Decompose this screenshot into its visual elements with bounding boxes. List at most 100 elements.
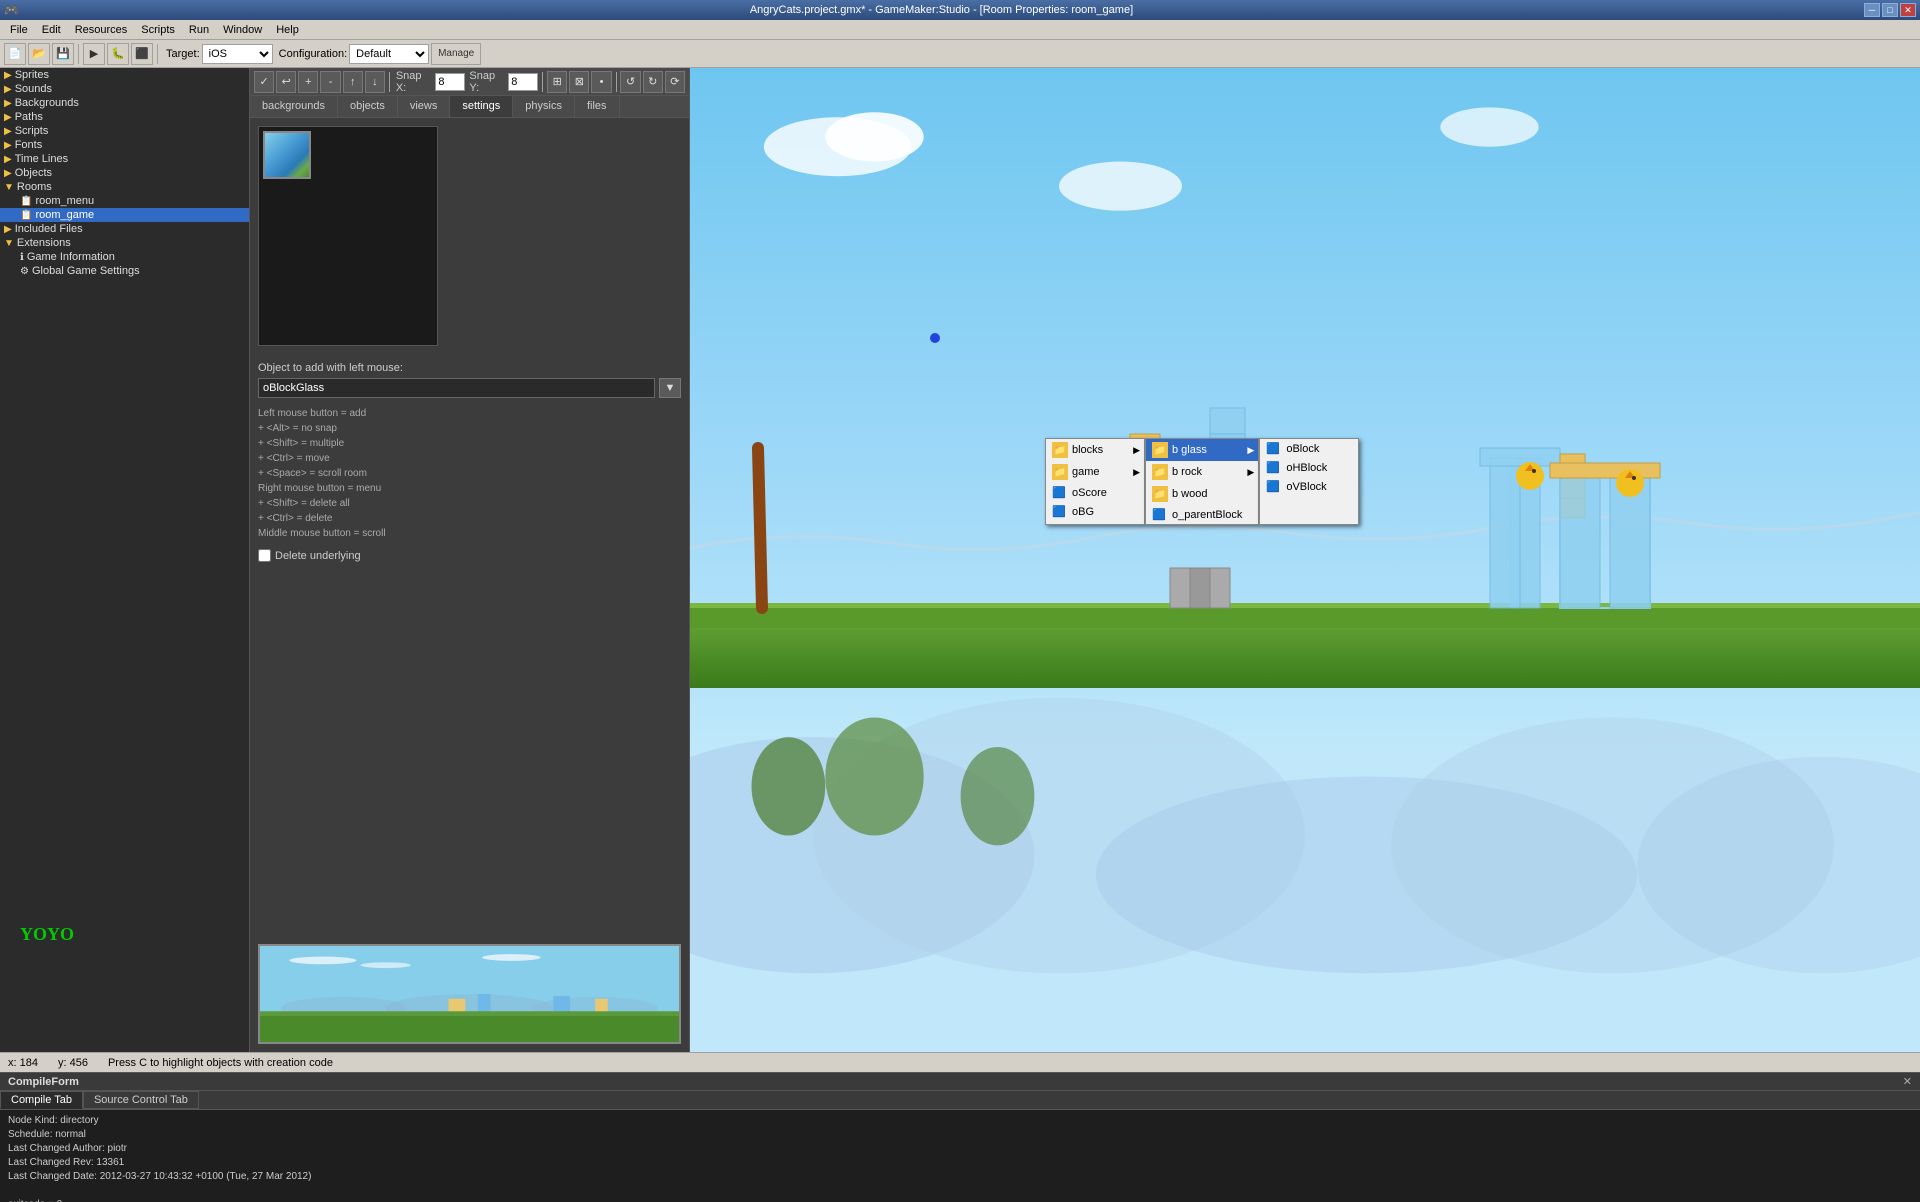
- play-button[interactable]: ▶: [83, 43, 105, 65]
- room-tb-refresh2[interactable]: ↻: [643, 71, 663, 93]
- instr-ctrl-del: + <Ctrl> = delete: [258, 511, 681, 526]
- maximize-button[interactable]: □: [1882, 3, 1898, 17]
- room-tb-refresh[interactable]: ↺: [620, 71, 640, 93]
- tree-label-timelines: Time Lines: [15, 153, 68, 165]
- tab-physics[interactable]: physics: [513, 96, 575, 117]
- close-button[interactable]: ✕: [1900, 3, 1916, 17]
- tree-item-backgrounds[interactable]: ▶ Backgrounds: [0, 96, 249, 110]
- room-toolbar: ✓ ↩ + - ↑ ↓ Snap X: Snap Y: ⊞ ⊠ • ↺ ↻ ⟳: [250, 68, 689, 96]
- room-tb-check[interactable]: ✓: [254, 71, 274, 93]
- compile-tabs: Compile Tab Source Control Tab: [0, 1091, 1920, 1110]
- room-tb-dot[interactable]: •: [591, 71, 611, 93]
- manage-button[interactable]: Manage: [431, 43, 481, 65]
- stop-button[interactable]: ⬛: [131, 43, 153, 65]
- tab-settings[interactable]: settings: [450, 96, 513, 117]
- menu-edit[interactable]: Edit: [36, 22, 67, 38]
- room-tb-up[interactable]: ↑: [343, 71, 363, 93]
- ctx-item-bwood[interactable]: 📁 b wood: [1146, 483, 1258, 505]
- tree-item-fonts[interactable]: ▶ Fonts: [0, 138, 249, 152]
- tree-item-timelines[interactable]: ▶ Time Lines: [0, 152, 249, 166]
- tree-item-extensions[interactable]: ▼ Extensions: [0, 236, 249, 250]
- ctx-item-brock[interactable]: 📁 b rock: [1146, 461, 1258, 483]
- menu-run[interactable]: Run: [183, 22, 215, 38]
- config-select[interactable]: Default: [349, 44, 429, 64]
- target-select[interactable]: iOS Windows Android: [202, 44, 273, 64]
- ctx-item-blocks[interactable]: 📁 blocks: [1046, 439, 1144, 461]
- tree-item-sounds[interactable]: ▶ Sounds: [0, 82, 249, 96]
- ctx-item-game[interactable]: 📁 game: [1046, 461, 1144, 483]
- object-browse-button[interactable]: ▼: [659, 378, 681, 398]
- tab-objects[interactable]: objects: [338, 96, 398, 117]
- ctx-item-ohblock[interactable]: 🟦 oHBlock: [1260, 458, 1358, 477]
- status-bar: x: 184 y: 456 Press C to highlight objec…: [0, 1052, 1920, 1072]
- menu-resources[interactable]: Resources: [69, 22, 134, 38]
- object-add-label: Object to add with left mouse:: [258, 362, 681, 374]
- snap-x-label: Snap X:: [396, 70, 432, 94]
- folder-icon: ▼: [4, 238, 14, 249]
- room-tb-undo[interactable]: ↩: [276, 71, 296, 93]
- delete-underlying-checkbox[interactable]: [258, 549, 271, 562]
- project-tree-panel: ▶ Sprites ▶ Sounds ▶ Backgrounds ▶ Paths…: [0, 68, 250, 1052]
- background-thumbnail[interactable]: [263, 131, 311, 179]
- save-button[interactable]: 💾: [52, 43, 74, 65]
- compile-tab-compile[interactable]: Compile Tab: [0, 1091, 83, 1109]
- ctx-item-oparentblock[interactable]: 🟦 o_parentBlock: [1146, 505, 1258, 524]
- tab-backgrounds[interactable]: backgrounds: [250, 96, 338, 117]
- room-tb-grid2[interactable]: ⊠: [569, 71, 589, 93]
- menu-scripts[interactable]: Scripts: [135, 22, 181, 38]
- tab-views[interactable]: views: [398, 96, 451, 117]
- tree-label-global-settings: Global Game Settings: [32, 265, 140, 277]
- minimap-svg: [260, 946, 679, 1042]
- room-tb-add[interactable]: +: [298, 71, 318, 93]
- ctx-item-oblock[interactable]: 🟦 oBlock: [1260, 439, 1358, 458]
- compile-close-button[interactable]: ✕: [1903, 1075, 1912, 1088]
- ctx-item-bglass[interactable]: 📁 b glass: [1146, 439, 1258, 461]
- output-line-1: Node Kind: directory: [8, 1114, 1912, 1128]
- tree-item-rooms[interactable]: ▼ Rooms: [0, 180, 249, 194]
- menu-help[interactable]: Help: [270, 22, 305, 38]
- minimize-button[interactable]: ─: [1864, 3, 1880, 17]
- ctx-item-oscore[interactable]: 🟦 oScore: [1046, 483, 1144, 502]
- debug-button[interactable]: 🐛: [107, 43, 129, 65]
- ctx-item-obg[interactable]: 🟦 oBG: [1046, 502, 1144, 521]
- game-canvas[interactable]: 📁 blocks 📁 game 🟦 oScore 🟦: [690, 68, 1920, 1052]
- tree-item-room-game[interactable]: 📋 room_game: [0, 208, 249, 222]
- tree-label-rooms: Rooms: [17, 181, 52, 193]
- tree-item-game-info[interactable]: ℹ Game Information: [0, 250, 249, 264]
- snap-y-input[interactable]: [508, 73, 538, 91]
- tree-label-paths: Paths: [15, 111, 43, 123]
- folder-icon: ▶: [4, 126, 12, 137]
- tab-files[interactable]: files: [575, 96, 620, 117]
- tree-label-room-game: room_game: [35, 209, 94, 221]
- room-area: ✓ ↩ + - ↑ ↓ Snap X: Snap Y: ⊞ ⊠ • ↺ ↻ ⟳: [250, 68, 1920, 1052]
- folder-icon: 📁: [1052, 464, 1068, 480]
- tree-item-included-files[interactable]: ▶ Included Files: [0, 222, 249, 236]
- delete-underlying-label: Delete underlying: [275, 550, 361, 562]
- room-tb-refresh3[interactable]: ⟳: [665, 71, 685, 93]
- tree-item-global-settings[interactable]: ⚙ Global Game Settings: [0, 264, 249, 278]
- yoyo-logo: YOYO: [20, 924, 74, 945]
- tree-item-paths[interactable]: ▶ Paths: [0, 110, 249, 124]
- folder-icon: 📁: [1152, 464, 1168, 480]
- menu-bar: File Edit Resources Scripts Run Window H…: [0, 20, 1920, 40]
- menu-window[interactable]: Window: [217, 22, 268, 38]
- tree-item-sprites[interactable]: ▶ Sprites: [0, 68, 249, 82]
- room-tb-down[interactable]: ↓: [365, 71, 385, 93]
- context-menu[interactable]: 📁 blocks 📁 game 🟦 oScore 🟦: [1045, 438, 1359, 525]
- ctx-item-ovblock[interactable]: 🟦 oVBlock: [1260, 477, 1358, 496]
- room-tb-grid[interactable]: ⊞: [547, 71, 567, 93]
- tree-label-objects: Objects: [15, 167, 52, 179]
- tree-item-objects[interactable]: ▶ Objects: [0, 166, 249, 180]
- tree-item-room-menu[interactable]: 📋 room_menu: [0, 194, 249, 208]
- window-controls: ─ □ ✕: [1864, 3, 1916, 17]
- tree-item-scripts[interactable]: ▶ Scripts: [0, 124, 249, 138]
- new-button[interactable]: 📄: [4, 43, 26, 65]
- ctx-bglass-label: b glass: [1172, 444, 1207, 456]
- object-name-input[interactable]: [258, 378, 655, 398]
- snap-x-input[interactable]: [435, 73, 465, 91]
- open-button[interactable]: 📂: [28, 43, 50, 65]
- compile-tab-source-control[interactable]: Source Control Tab: [83, 1091, 199, 1109]
- room-tb-remove[interactable]: -: [320, 71, 340, 93]
- menu-file[interactable]: File: [4, 22, 34, 38]
- instr-lmb: Left mouse button = add: [258, 406, 681, 421]
